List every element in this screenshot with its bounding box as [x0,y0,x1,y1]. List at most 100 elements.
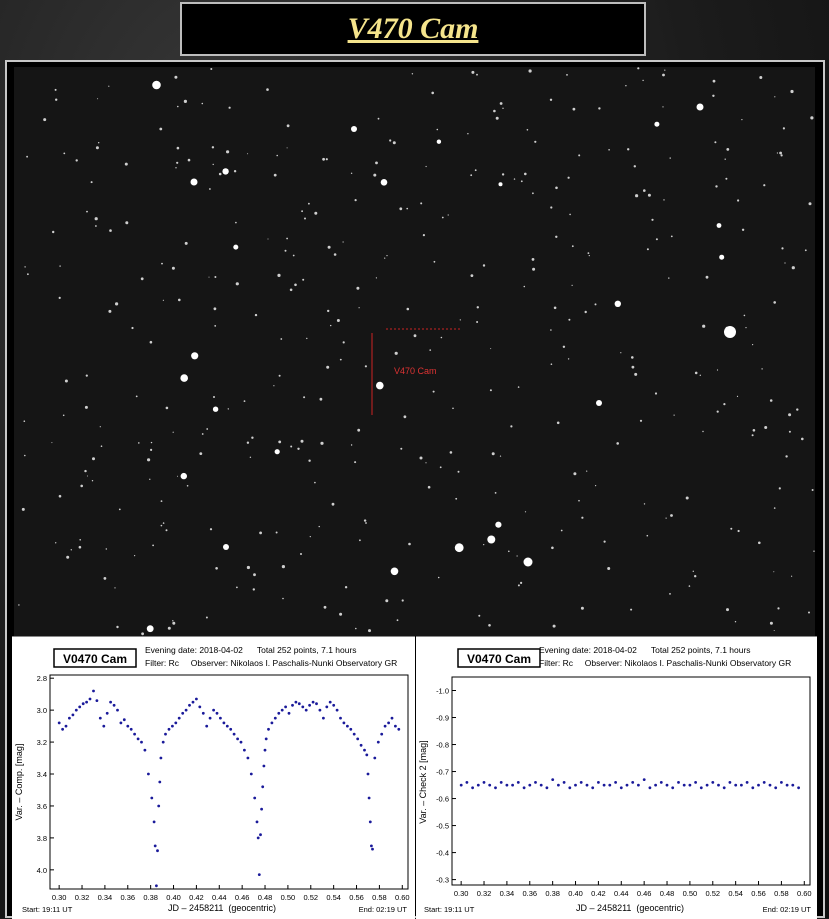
star [422,234,425,237]
star [669,593,671,595]
star [55,542,57,544]
star [66,555,70,559]
data-point [105,711,109,715]
star [150,441,153,444]
x-tick-label: 0.40 [166,893,181,902]
data-point [505,783,509,787]
star [578,499,580,502]
y-tick-label: 2.8 [37,674,47,683]
star [635,194,639,198]
data-point [263,748,267,752]
star [180,472,187,480]
star [364,365,367,368]
data-point [222,721,226,725]
star [297,447,300,450]
star [587,252,590,255]
star [162,299,164,301]
data-point [284,705,287,709]
star [664,69,666,71]
data-point [71,713,75,717]
star [702,430,704,433]
star [21,507,25,511]
star [289,288,293,292]
star [408,542,411,546]
data-point [363,748,366,752]
star [342,241,344,243]
data-point [383,724,387,728]
star [331,502,335,506]
data-point [167,727,171,731]
star [292,254,295,257]
star [401,599,404,602]
star [510,425,513,428]
star [84,469,87,473]
star [208,276,210,278]
data-point [797,786,800,790]
star [555,186,558,190]
star [176,161,179,164]
data-point [140,740,143,744]
star [633,165,636,168]
star [124,162,128,166]
star [85,374,88,377]
star [384,257,386,259]
star [209,528,213,531]
star [447,214,449,216]
data-point [722,786,726,790]
data-point [648,786,652,790]
star [663,199,665,201]
star [616,442,619,445]
data-point [597,781,600,784]
star [183,99,187,103]
star [376,381,384,390]
star [118,508,121,511]
data-point [291,703,294,707]
star [51,442,53,444]
data-point [346,724,349,728]
star [431,91,435,95]
data-point [253,796,257,800]
y-tick-label: 3.2 [37,738,47,747]
data-point [177,716,181,720]
data-point [277,711,281,715]
data-point [311,700,315,704]
star [357,428,361,432]
data-point [155,884,158,888]
star [273,173,277,177]
info-line-2: Filter: Rc Observer: Nikolaos I. Paschal… [145,658,397,668]
star [752,344,754,346]
data-point [195,697,198,701]
star [235,221,237,224]
star [436,139,442,144]
data-point [376,740,380,744]
end-time: End: 02:19 UT [763,905,812,914]
data-point [273,716,277,720]
data-point [164,732,167,736]
star [308,459,311,462]
data-point [136,737,140,741]
star [467,133,469,135]
data-point [366,772,370,776]
x-tick-label: 0.32 [477,889,492,898]
star [228,106,231,109]
data-point [367,796,371,800]
bright-star [523,557,533,567]
data-point [774,786,778,790]
data-point [301,705,305,709]
data-point [349,727,353,731]
star [152,80,161,90]
star [98,142,100,144]
data-point [380,732,384,736]
data-point [225,724,229,728]
star [662,106,664,108]
star [400,447,403,450]
data-point [119,721,123,725]
star [598,107,601,110]
data-point [574,783,577,787]
data-point [74,708,78,712]
star [813,550,815,552]
data-point [390,716,394,720]
data-point [215,711,219,715]
star [782,127,786,130]
data-point [762,781,766,784]
